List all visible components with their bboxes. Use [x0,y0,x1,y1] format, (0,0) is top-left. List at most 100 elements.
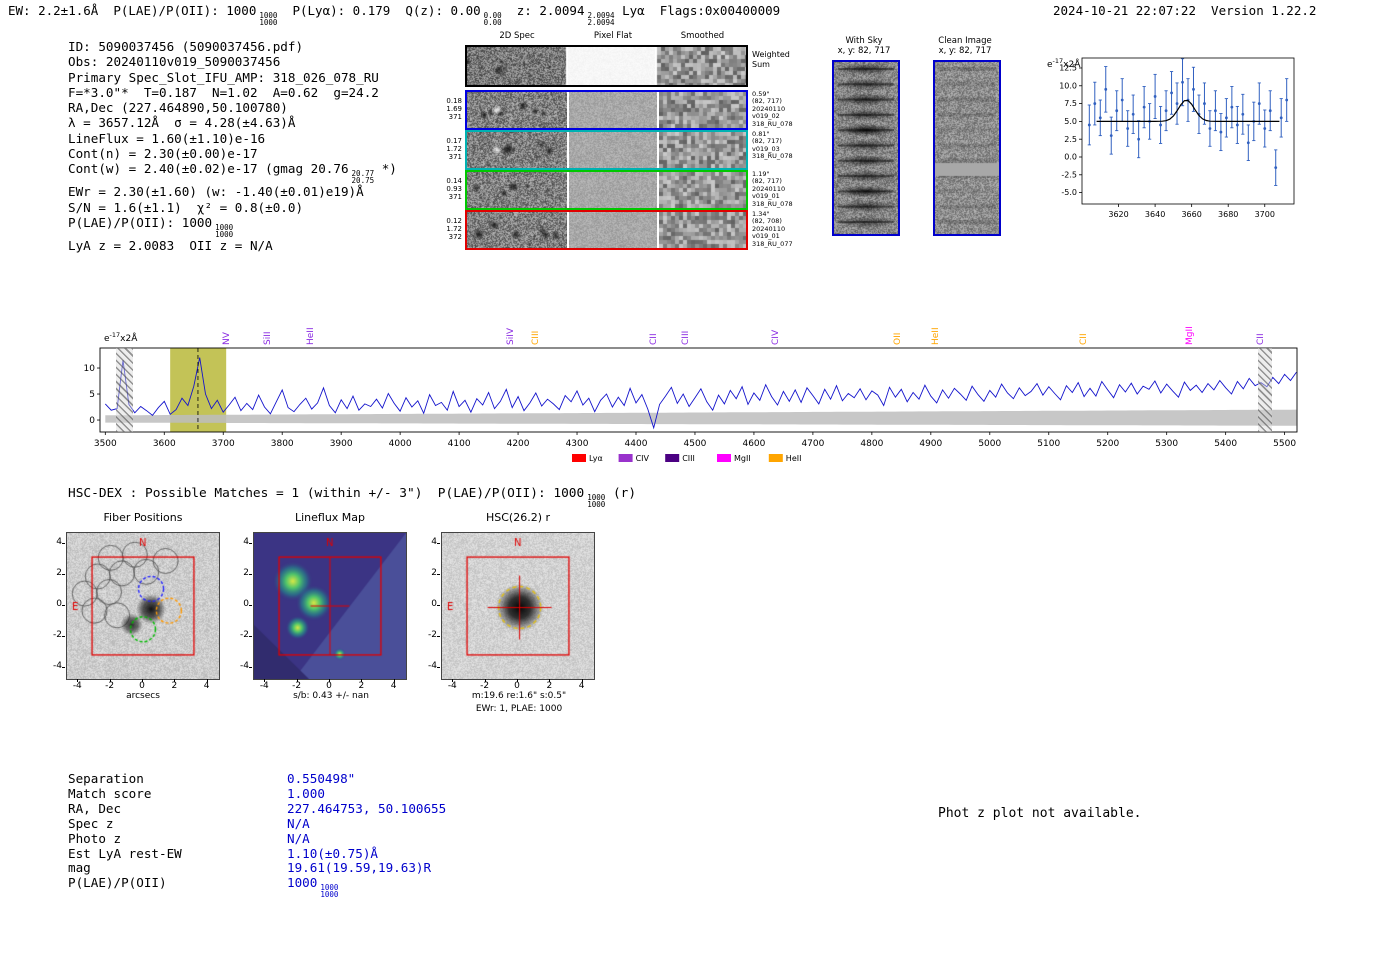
match-row-value-fraction: 1000 1000 [320,884,338,899]
svg-text:3900: 3900 [330,439,353,449]
svg-text:5500: 5500 [1273,439,1296,449]
fiber-row-weights: 0.18 1.69 371 [436,97,462,122]
match-row-value-text: 1000 [287,875,318,891]
fiber-weight-value: 1.69 [446,105,462,114]
match-row-label: Separation [68,771,144,786]
fiber-row-weights: 0.14 0.93 371 [436,177,462,202]
spectral-line-marker: CIII [681,330,692,345]
spectral-line-marker: NV [221,332,232,345]
fiber-row-info: 0.81" (82, 717) v019_03 318_RU_078 [752,130,793,161]
cutout-ytick-mark [249,636,252,638]
spectral-line-marker: SiII [263,331,274,345]
svg-text:3800: 3800 [271,439,294,449]
cutout-xtick-mark [264,679,266,682]
info-line-1: Obs: 20240110v019_5090037456 [68,54,397,69]
withsky-image [834,62,898,234]
cutout-ytick-mark [249,573,252,575]
info-line-4: RA,Dec (227.464890,50.100780) [68,100,397,115]
fiber-row-info: 0.59" (82, 717) 20240110 v019_02 318_RU_078 [752,90,793,128]
cutout-xtick-label: 2 [171,681,178,691]
fiber-pixel-flat-cutout [569,212,657,248]
svg-text:5400: 5400 [1214,439,1237,449]
ylabel-rest: x2Å [120,334,138,344]
svg-text:HeII: HeII [786,454,802,463]
svg-text:3680: 3680 [1218,210,1238,219]
match-row-value-text: 227.464753, 50.100655 [287,800,447,816]
fiber-weight-value: 372 [448,233,462,242]
cutout-ytick-label: -4 [53,661,62,672]
cutout-ytick-label: 0 [56,599,62,609]
line-fit-plot: 12.510.07.55.02.50.0-2.5-5.03620 3640 3660… [1059,57,1295,219]
match-row-value-text: N/A [287,815,310,831]
cutout-xtick-label: -2 [292,681,302,691]
match-row-value: 1.10(±0.75)Å [287,846,378,861]
info-line-8: Cont(w) = 2.40(±0.02)e-17 (gmag 20.76 20.… [68,161,397,184]
match-table-row: mag 19.61(19.59,19.63)R [68,860,446,876]
cutout-xtick-mark [361,679,363,682]
svg-text:5200: 5200 [1096,439,1119,449]
cutout-xtick-mark [329,679,330,682]
line-fit-plot-ylabel: e-17x2Å [1047,57,1080,70]
masked-wavelength-band [115,348,133,432]
match-row-label: Est LyA rest-EW [68,845,182,861]
fraction-bottom: 1000 [259,18,278,27]
elixer-report-page: EW: 2.2±1.6Å P(LAE)/P(OII): 1000 1000 1000… [0,0,1400,953]
spectral-line-marker: CII [1255,333,1266,345]
cutout-xtick-label: -4 [72,681,82,691]
fiber-weight-value: 371 [448,193,462,202]
svg-text:5.0: 5.0 [1064,117,1077,126]
info-line-8-text: *) [374,161,397,177]
withsky-title: With Sky [845,36,883,46]
match-table-row: Spec z N/A [68,815,446,832]
hsc-r-image [441,532,595,680]
svg-text:MgII: MgII [734,454,751,463]
svg-text:4200: 4200 [507,439,530,449]
cutout-ytick-label: -4 [240,661,249,672]
cutout-xtick-mark [296,679,298,682]
ylabel-exp: -17 [1052,57,1064,65]
spectral-line-marker: CIII [530,330,541,345]
svg-text:4300: 4300 [566,439,589,449]
svg-text:0: 0 [89,416,95,426]
match-row-value: 227.464753, 50.100655 [287,801,446,816]
column-header-smoothed: Smoothed [680,31,725,41]
cutout-title-fiber-positions: Fiber Positions [103,511,183,524]
match-table-row: Est LyA rest-EW 1.10(±0.75)Å [68,845,446,862]
cutout-xtick-label: 4 [203,681,210,691]
cutout-xtick-label: -4 [259,681,269,691]
cutout-xtick-mark [517,679,518,682]
hsc-ewr-plae-label: EWr: 1, PLAE: 1000 [475,704,563,714]
match-row-value: N/A [287,831,310,846]
cutout-ytick-mark [62,542,65,544]
info-line-12-text: LyA z = 2.0083 OII z = N/A [68,237,273,253]
full-spectrum-plot: 3500 3600 3700 3800 3900 4000 4100 4200 4300 4400… [84,347,1298,463]
svg-text:4000: 4000 [389,439,412,449]
fraction-bottom: 2.0094 [587,18,615,27]
fraction-bottom: 1000 [587,500,606,509]
cutout-xtick-mark [452,679,454,682]
svg-text:4800: 4800 [860,439,883,449]
spectral-line-marker: HeII [305,327,316,345]
fiber-weight-value: 0.93 [446,185,462,194]
svg-text:3640: 3640 [1145,210,1165,219]
svg-text:4500: 4500 [684,439,707,449]
column-header-2d-spec: 2D Spec [499,31,535,41]
cutout-ytick-label: 2 [431,567,437,578]
header-summary-fraction: 0.00 0.00 [484,12,502,27]
header-summary-fraction: 1000 1000 [259,12,278,27]
fiber-weight-value: 0.14 [446,177,462,185]
cutout-ytick-label: 0 [243,599,249,609]
fiber-weight-value: 1.72 [446,225,462,234]
svg-text:Lyα: Lyα [589,454,603,463]
info-line-10-text: S/N = 1.6(±1.1) χ² = 0.8(±0.0) [68,199,304,215]
info-line-4-text: RA,Dec (227.464890,50.100780) [68,100,288,116]
header-timestamp-version: 2024-10-21 22:07:22 Version 1.22.2 [1053,3,1317,18]
match-row-label: Spec z [68,815,114,831]
svg-text:3660: 3660 [1181,210,1201,219]
match-row-label: mag [68,860,91,876]
svg-text:10.0: 10.0 [1059,81,1077,90]
spectral-line-marker: MgII [1185,326,1196,345]
fiber-pixel-flat-cutout [569,172,657,208]
fiber-pixel-flat-cutout [569,132,657,168]
hsc-morphology-label: m:19.6 re:1.6" s:0.5" [471,691,567,701]
